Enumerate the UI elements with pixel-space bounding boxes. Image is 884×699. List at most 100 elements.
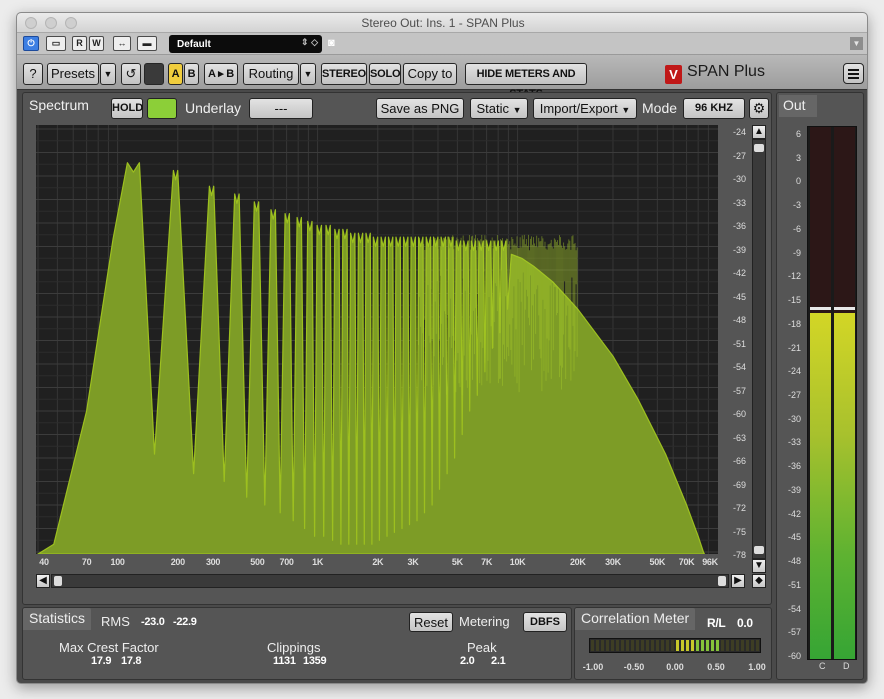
vertical-scroll-thumb-bottom[interactable]: [754, 546, 764, 554]
compare-icon[interactable]: ↔: [113, 36, 131, 51]
spectrum-tab[interactable]: Spectrum: [29, 97, 89, 113]
horizontal-scroll-thumb-left[interactable]: [54, 576, 62, 586]
copy-to-button[interactable]: Copy to: [403, 63, 457, 85]
import-export-dropdown-icon: ▼: [621, 105, 630, 115]
scroll-left-icon[interactable]: ◀: [36, 574, 50, 588]
reset-button[interactable]: Reset: [409, 612, 453, 632]
statistics-panel: Statistics RMS -23.0 -22.9 Reset Meterin…: [22, 607, 572, 680]
scroll-down-icon[interactable]: ▼: [752, 559, 766, 573]
preset-b-button[interactable]: B: [184, 63, 199, 85]
correlation-scale-label: 1.00: [748, 662, 766, 672]
solo-button[interactable]: SOLO: [369, 63, 401, 85]
horizontal-scroll-thumb-right[interactable]: [718, 576, 726, 586]
output-scale-label: -45: [788, 532, 801, 542]
horizontal-scrollbar[interactable]: [51, 574, 729, 588]
clippings-right: 1359: [303, 655, 326, 667]
max-crest-right: 17.8: [121, 655, 141, 667]
help-button[interactable]: ?: [23, 63, 43, 85]
routing-button[interactable]: Routing: [243, 63, 299, 85]
undo-icon[interactable]: ↺: [121, 63, 141, 85]
correlation-segment: [641, 640, 644, 651]
y-tick-label: -42: [733, 268, 746, 278]
correlation-segment: [631, 640, 634, 651]
host-preset-name: Default: [177, 39, 211, 50]
stereo-button[interactable]: STEREO: [321, 63, 367, 85]
correlation-segment: [601, 640, 604, 651]
redo-icon[interactable]: [144, 63, 164, 85]
preset-a-button[interactable]: A: [168, 63, 183, 85]
mode-selector[interactable]: 96 KHZ: [683, 98, 745, 119]
correlation-segment: [726, 640, 729, 651]
peak-left: 2.0: [460, 655, 474, 667]
peak-right: 2.1: [491, 655, 505, 667]
presets-button[interactable]: Presets: [47, 63, 99, 85]
correlation-segment: [701, 640, 704, 651]
max-crest-left: 17.9: [91, 655, 111, 667]
hide-meters-button[interactable]: HIDE METERS AND STATS: [465, 63, 587, 85]
import-export-dropdown[interactable]: Import/Export ▼: [533, 98, 637, 119]
output-scale-label: 3: [796, 153, 801, 163]
underlay-label: Underlay: [185, 100, 241, 116]
plugin-toolbar: ? Presets ▼ ↺ A B A ▸ B Routing ▼ STEREO…: [17, 55, 868, 90]
correlation-segment: [661, 640, 664, 651]
correlation-tab[interactable]: Correlation Meter: [575, 608, 695, 630]
routing-dropdown-icon[interactable]: ▼: [300, 63, 316, 85]
static-dropdown[interactable]: Static ▼: [470, 98, 528, 119]
y-tick-label: -30: [733, 174, 746, 184]
vertical-scrollbar[interactable]: [752, 139, 766, 559]
scroll-up-icon[interactable]: ▲: [752, 125, 766, 139]
side-chain-icon[interactable]: ▬: [137, 36, 157, 51]
correlation-value: 0.0: [737, 616, 753, 630]
clippings-left: 1131: [273, 655, 296, 667]
y-tick-label: -72: [733, 503, 746, 513]
write-automation-button[interactable]: W: [89, 36, 104, 51]
correlation-scale-label: 0.50: [707, 662, 725, 672]
correlation-segment: [611, 640, 614, 651]
host-toolbar: ⏻ ▭ R W ↔ ▬ Default ⇕ ◇ ◙ ▼: [17, 33, 868, 55]
x-tick-label: 96K: [702, 557, 718, 567]
correlation-segment: [711, 640, 714, 651]
output-scale-label: 0: [796, 176, 801, 186]
output-tab[interactable]: Out: [779, 95, 817, 117]
correlation-segment: [746, 640, 749, 651]
save-png-button[interactable]: Save as PNG: [376, 98, 464, 119]
bypass-icon[interactable]: ▭: [46, 36, 66, 51]
metering-selector[interactable]: DBFS: [523, 612, 567, 632]
hold-button[interactable]: HOLD: [111, 98, 143, 119]
meter-left-level: [810, 313, 831, 659]
host-preset-selector[interactable]: Default ⇕ ◇: [169, 35, 322, 53]
zoom-fit-icon[interactable]: ◆: [752, 574, 766, 588]
spectrum-graph[interactable]: [36, 125, 718, 554]
rms-right-value: -22.9: [173, 616, 197, 628]
correlation-segment: [651, 640, 654, 651]
power-icon[interactable]: ⏻: [23, 36, 39, 51]
camera-icon[interactable]: ◙: [328, 37, 335, 49]
settings-gear-icon[interactable]: ⚙: [749, 98, 769, 119]
spectrum-color-swatch[interactable]: [147, 98, 177, 119]
rms-label: RMS: [101, 614, 130, 629]
correlation-mode[interactable]: R/L: [707, 616, 725, 630]
scroll-right-icon[interactable]: ▶: [731, 574, 745, 588]
copy-a-to-b-button[interactable]: A ▸ B: [204, 63, 238, 85]
y-tick-label: -39: [733, 245, 746, 255]
x-tick-label: 200: [171, 557, 185, 567]
statistics-tab[interactable]: Statistics: [23, 608, 91, 630]
correlation-segment: [656, 640, 659, 651]
correlation-segment: [596, 640, 599, 651]
read-automation-button[interactable]: R: [72, 36, 87, 51]
output-scale-label: 6: [796, 129, 801, 139]
output-scale-label: -54: [788, 604, 801, 614]
preset-stepper-icon[interactable]: ⇕ ◇: [301, 37, 318, 48]
output-scale-label: -39: [788, 485, 801, 495]
correlation-meter-bar: [589, 638, 761, 653]
chevron-down-icon[interactable]: ▼: [850, 37, 863, 50]
static-label: Static: [476, 101, 509, 116]
presets-dropdown-icon[interactable]: ▼: [100, 63, 116, 85]
correlation-scale-label: -1.00: [583, 662, 604, 672]
y-tick-label: -45: [733, 292, 746, 302]
hamburger-menu-icon[interactable]: [843, 63, 864, 84]
underlay-selector[interactable]: ---: [249, 98, 313, 119]
y-tick-label: -33: [733, 198, 746, 208]
channel-left-label: C: [819, 661, 826, 671]
vertical-scroll-thumb-top[interactable]: [754, 144, 764, 152]
